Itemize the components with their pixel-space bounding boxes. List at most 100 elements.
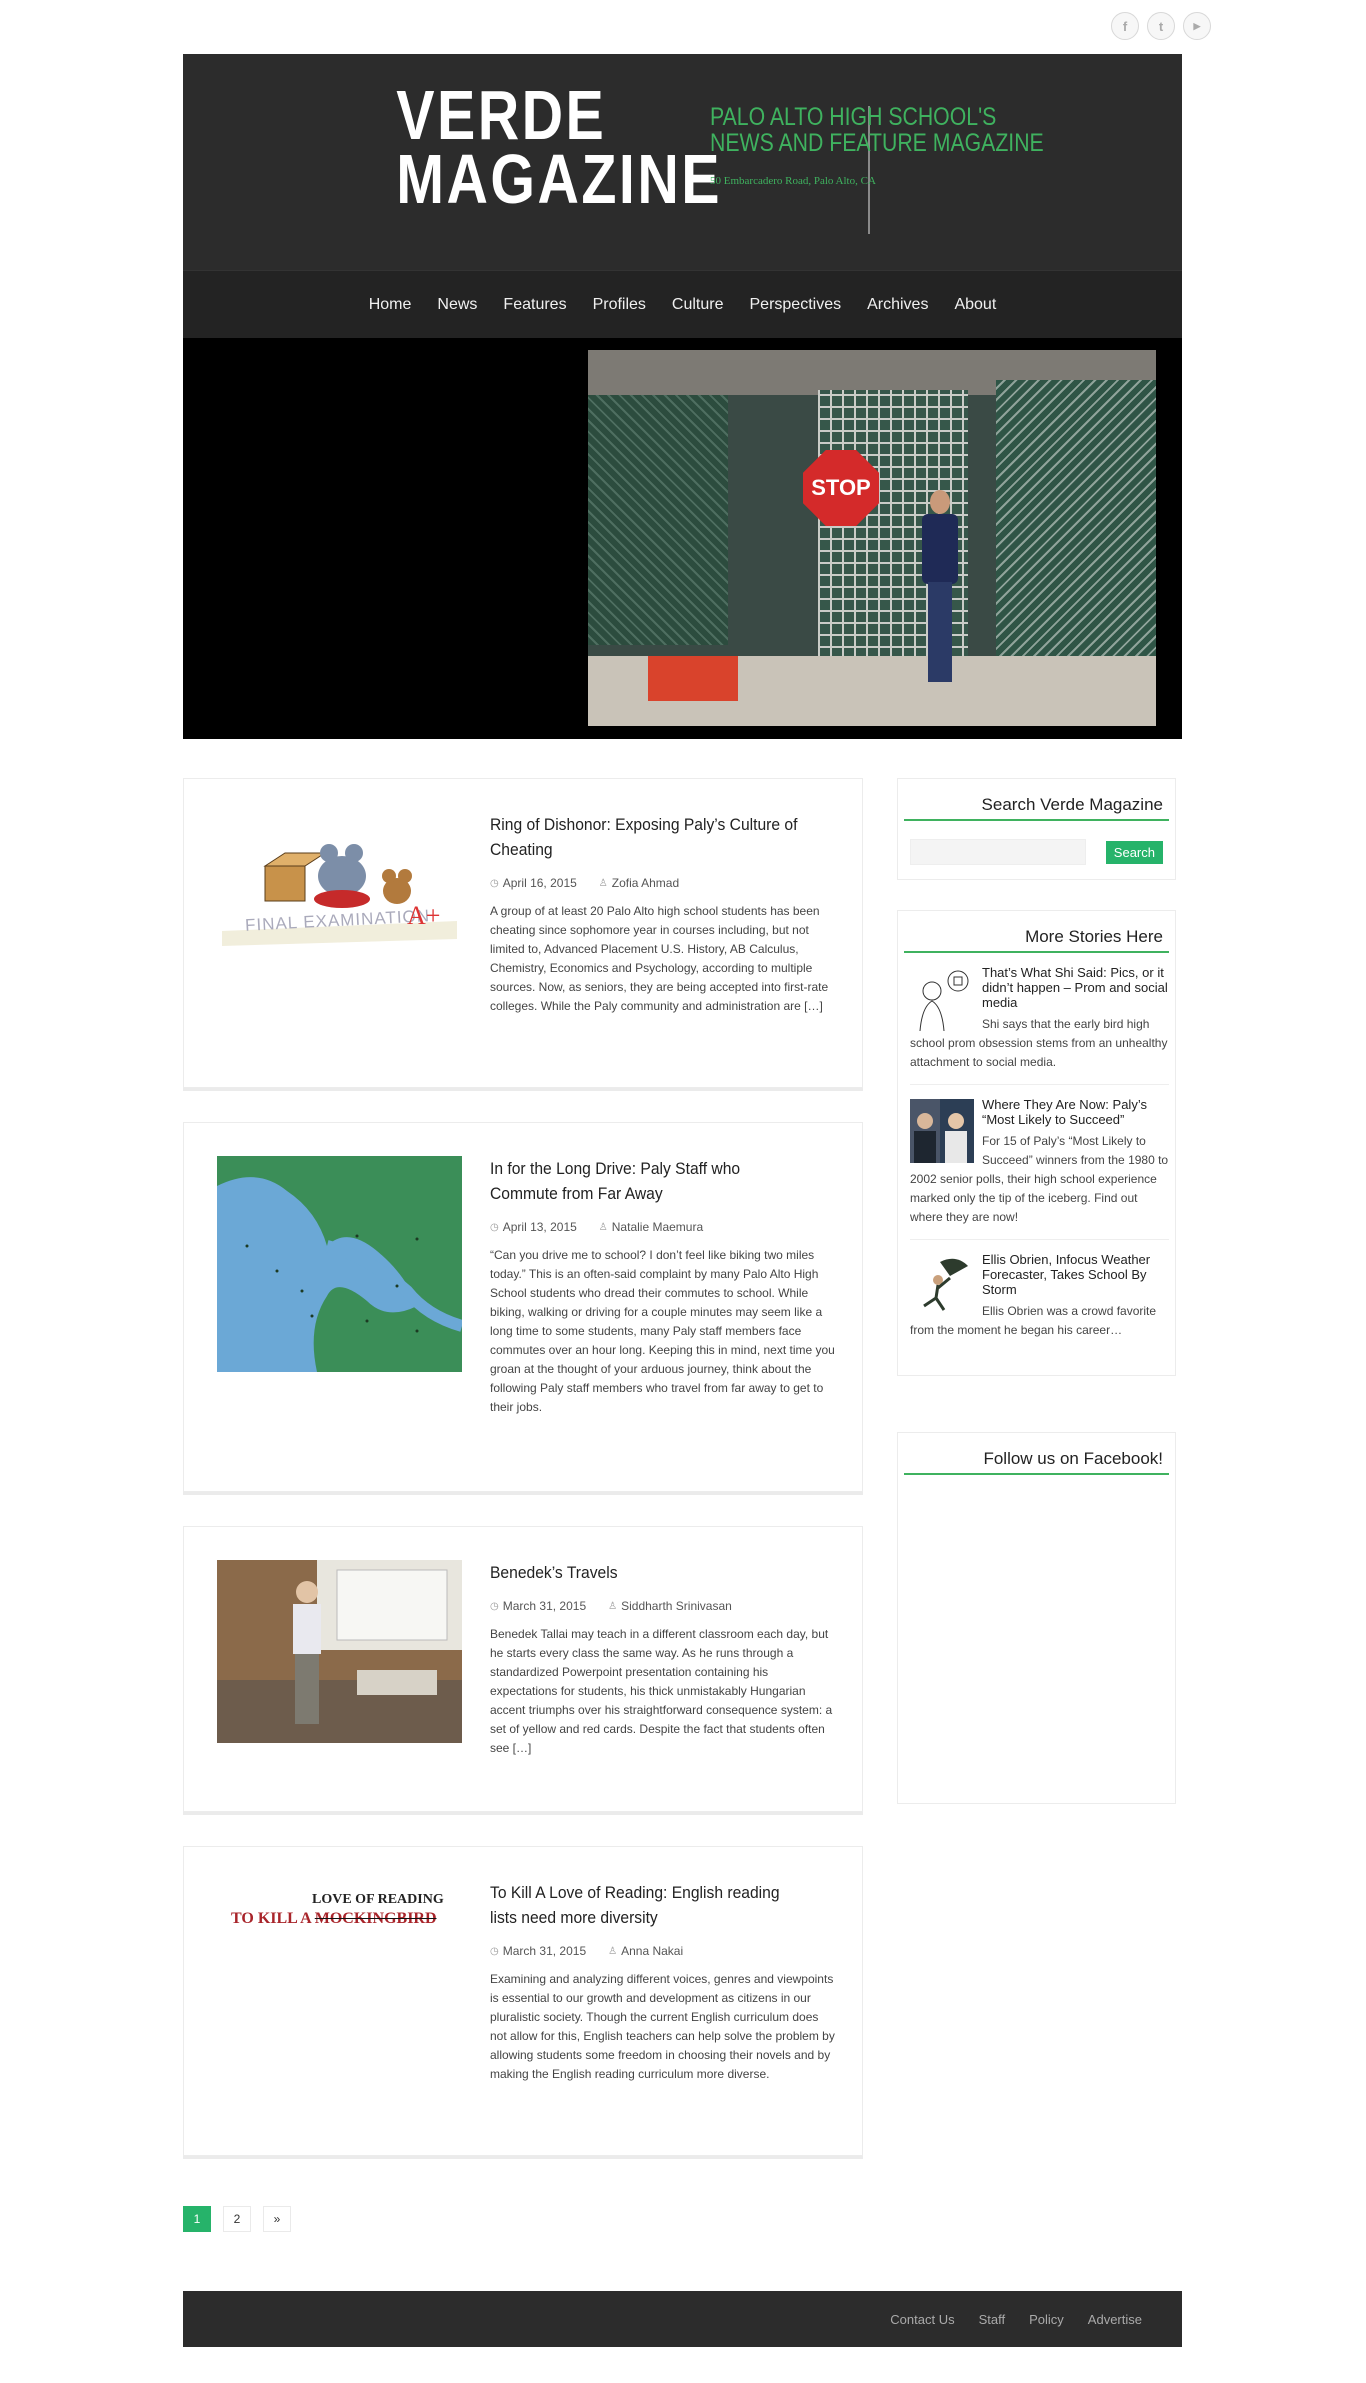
- site-address: 50 Embarcadero Road, Palo Alto, CA: [710, 175, 876, 187]
- footer-advertise-link[interactable]: Advertise: [1088, 2312, 1142, 2327]
- nav-profiles[interactable]: Profiles: [593, 296, 646, 314]
- umbrella-jump-image: [910, 1254, 974, 1318]
- post-title[interactable]: Ring of Dishonor: Exposing Paly’s Cultur…: [490, 812, 807, 862]
- search-button[interactable]: Search: [1105, 840, 1163, 864]
- thumb-line-1: TO KILL A: [231, 1910, 311, 1927]
- author-icon: ♙: [598, 877, 608, 889]
- post-author-text[interactable]: Siddharth Srinivasan: [621, 1599, 732, 1613]
- featured-slide-image[interactable]: STOP: [588, 350, 1156, 726]
- sketch-girl-image: [910, 967, 974, 1031]
- thumb-line: TO KILL A MOCKINGBIRD: [231, 1910, 437, 1928]
- post-author-text[interactable]: Anna Nakai: [621, 1944, 683, 1958]
- post-thumbnail[interactable]: LOVE OF READING TO KILL A MOCKINGBIRD: [217, 1892, 462, 1952]
- nav-about[interactable]: About: [954, 296, 996, 314]
- post-content: Benedek’s Travels ◷ March 31, 2015 ♙ Siddh…: [490, 1560, 835, 1758]
- thumb-strike: MOCKINGBIRD: [314, 1910, 437, 1927]
- post-date-text: April 16, 2015: [502, 876, 577, 890]
- post-excerpt: Examining and analyzing different voices…: [490, 1972, 835, 2081]
- site-tagline: PALO ALTO HIGH SCHOOL'S NEWS AND FEATURE…: [710, 104, 1044, 156]
- facebook-widget-title: Follow us on Facebook!: [904, 1449, 1169, 1475]
- more-stories-title: More Stories Here: [904, 927, 1169, 953]
- nav-perspectives[interactable]: Perspectives: [750, 296, 842, 314]
- post-date-text: March 31, 2015: [502, 1599, 587, 1613]
- nav-news[interactable]: News: [437, 296, 477, 314]
- post-date-text: March 31, 2015: [502, 1944, 587, 1958]
- post-card: FINAL EXAMINATION A+ Ring of Dishonor: E…: [183, 778, 863, 1088]
- cheating-cartoon-image: [222, 844, 457, 946]
- post-meta: ◷ March 31, 2015 ♙ Siddharth Srinivasan: [490, 1599, 835, 1613]
- post-thumbnail[interactable]: [217, 1560, 462, 1743]
- main-nav: Home News Features Profiles Culture Pers…: [183, 270, 1182, 338]
- search-input[interactable]: [910, 839, 1086, 865]
- post-author: ♙ Zofia Ahmad: [599, 876, 679, 890]
- post-date: ◷ March 31, 2015: [490, 1944, 586, 1958]
- portraits-image: [910, 1099, 974, 1163]
- nav-home[interactable]: Home: [369, 296, 412, 314]
- next-page-button[interactable]: »: [263, 2206, 291, 2232]
- author-icon: ♙: [608, 1600, 618, 1612]
- photo-person: [918, 490, 962, 690]
- post-author-text[interactable]: Natalie Maemura: [612, 1220, 703, 1234]
- post-card: In for the Long Drive: Paly Staff who Co…: [183, 1122, 863, 1492]
- bay-area-map-image: [217, 1156, 462, 1372]
- post-excerpt: “Can you drive me to school? I don’t fee…: [490, 1248, 835, 1414]
- post-content: In for the Long Drive: Paly Staff who Co…: [490, 1156, 835, 1417]
- footer-policy-link[interactable]: Policy: [1029, 2312, 1064, 2327]
- pagination: 1 2 »: [183, 2206, 291, 2232]
- author-icon: ♙: [608, 1945, 618, 1957]
- post-author: ♙ Natalie Maemura: [599, 1220, 703, 1234]
- author-icon: ♙: [598, 1221, 608, 1233]
- stop-sign: STOP: [803, 450, 879, 526]
- facebook-icon[interactable]: f: [1111, 12, 1139, 40]
- post-meta: ◷ April 16, 2015 ♙ Zofia Ahmad: [490, 876, 835, 890]
- site-header: VERDE MAGAZINE PALO ALTO HIGH SCHOOL'S N…: [183, 54, 1182, 270]
- post-author: ♙ Anna Nakai: [608, 1944, 683, 1958]
- story-item: Where They Are Now: Paly’s “Most Likely …: [910, 1097, 1169, 1240]
- search-widget-title: Search Verde Magazine: [904, 795, 1169, 821]
- page-1-button[interactable]: 1: [183, 2206, 211, 2232]
- clock-icon: ◷: [490, 877, 499, 889]
- story-thumbnail[interactable]: [910, 967, 974, 1031]
- post-meta: ◷ April 13, 2015 ♙ Natalie Maemura: [490, 1220, 835, 1234]
- youtube-icon[interactable]: ▶: [1183, 12, 1211, 40]
- story-thumbnail[interactable]: [910, 1254, 974, 1318]
- story-thumbnail[interactable]: [910, 1099, 974, 1163]
- post-thumbnail[interactable]: [217, 1156, 462, 1372]
- tagline-line-2: NEWS AND FEATURE MAGAZINE: [710, 129, 1044, 157]
- post-card: LOVE OF READING TO KILL A MOCKINGBIRD To…: [183, 1846, 863, 2156]
- search-widget: Search Verde Magazine Search: [897, 778, 1176, 880]
- more-stories-widget: More Stories Here That’s What Shi Said: …: [897, 910, 1176, 1376]
- search-form: Search: [910, 839, 1163, 865]
- post-meta: ◷ March 31, 2015 ♙ Anna Nakai: [490, 1944, 835, 1958]
- logo-line-2: MAGAZINE: [396, 140, 722, 218]
- featured-slider[interactable]: STOP: [183, 338, 1182, 739]
- facebook-widget: Follow us on Facebook!: [897, 1432, 1176, 1804]
- post-excerpt: A group of at least 20 Palo Alto high sc…: [490, 904, 829, 1013]
- nav-features[interactable]: Features: [503, 296, 566, 314]
- page-2-button[interactable]: 2: [223, 2206, 251, 2232]
- post-author: ♙ Siddharth Srinivasan: [608, 1599, 732, 1613]
- post-title[interactable]: To Kill A Love of Reading: English readi…: [490, 1880, 807, 1930]
- tagline-line-1: PALO ALTO HIGH SCHOOL'S: [710, 103, 997, 131]
- thumb-grade: A+: [407, 901, 441, 930]
- twitter-icon[interactable]: t: [1147, 12, 1175, 40]
- post-date: ◷ March 31, 2015: [490, 1599, 586, 1613]
- nav-archives[interactable]: Archives: [867, 296, 928, 314]
- clock-icon: ◷: [490, 1221, 499, 1233]
- post-date: ◷ April 16, 2015: [490, 876, 577, 890]
- story-item: Ellis Obrien, Infocus Weather Forecaster…: [910, 1252, 1169, 1352]
- post-thumbnail[interactable]: FINAL EXAMINATION A+: [217, 821, 462, 956]
- post-content: To Kill A Love of Reading: English readi…: [490, 1880, 835, 2084]
- footer-staff-link[interactable]: Staff: [979, 2312, 1006, 2327]
- post-title[interactable]: Benedek’s Travels: [490, 1560, 807, 1585]
- thumb-overline: LOVE OF READING: [312, 1892, 444, 1907]
- post-content: Ring of Dishonor: Exposing Paly’s Cultur…: [490, 812, 835, 1016]
- nav-culture[interactable]: Culture: [672, 296, 724, 314]
- post-author-text[interactable]: Zofia Ahmad: [612, 876, 679, 890]
- post-date: ◷ April 13, 2015: [490, 1220, 577, 1234]
- clock-icon: ◷: [490, 1945, 499, 1957]
- social-links: f t ▶: [1111, 12, 1211, 40]
- post-title[interactable]: In for the Long Drive: Paly Staff who Co…: [490, 1156, 807, 1206]
- photo-fence-right: [996, 380, 1156, 680]
- footer-contact-link[interactable]: Contact Us: [890, 2312, 954, 2327]
